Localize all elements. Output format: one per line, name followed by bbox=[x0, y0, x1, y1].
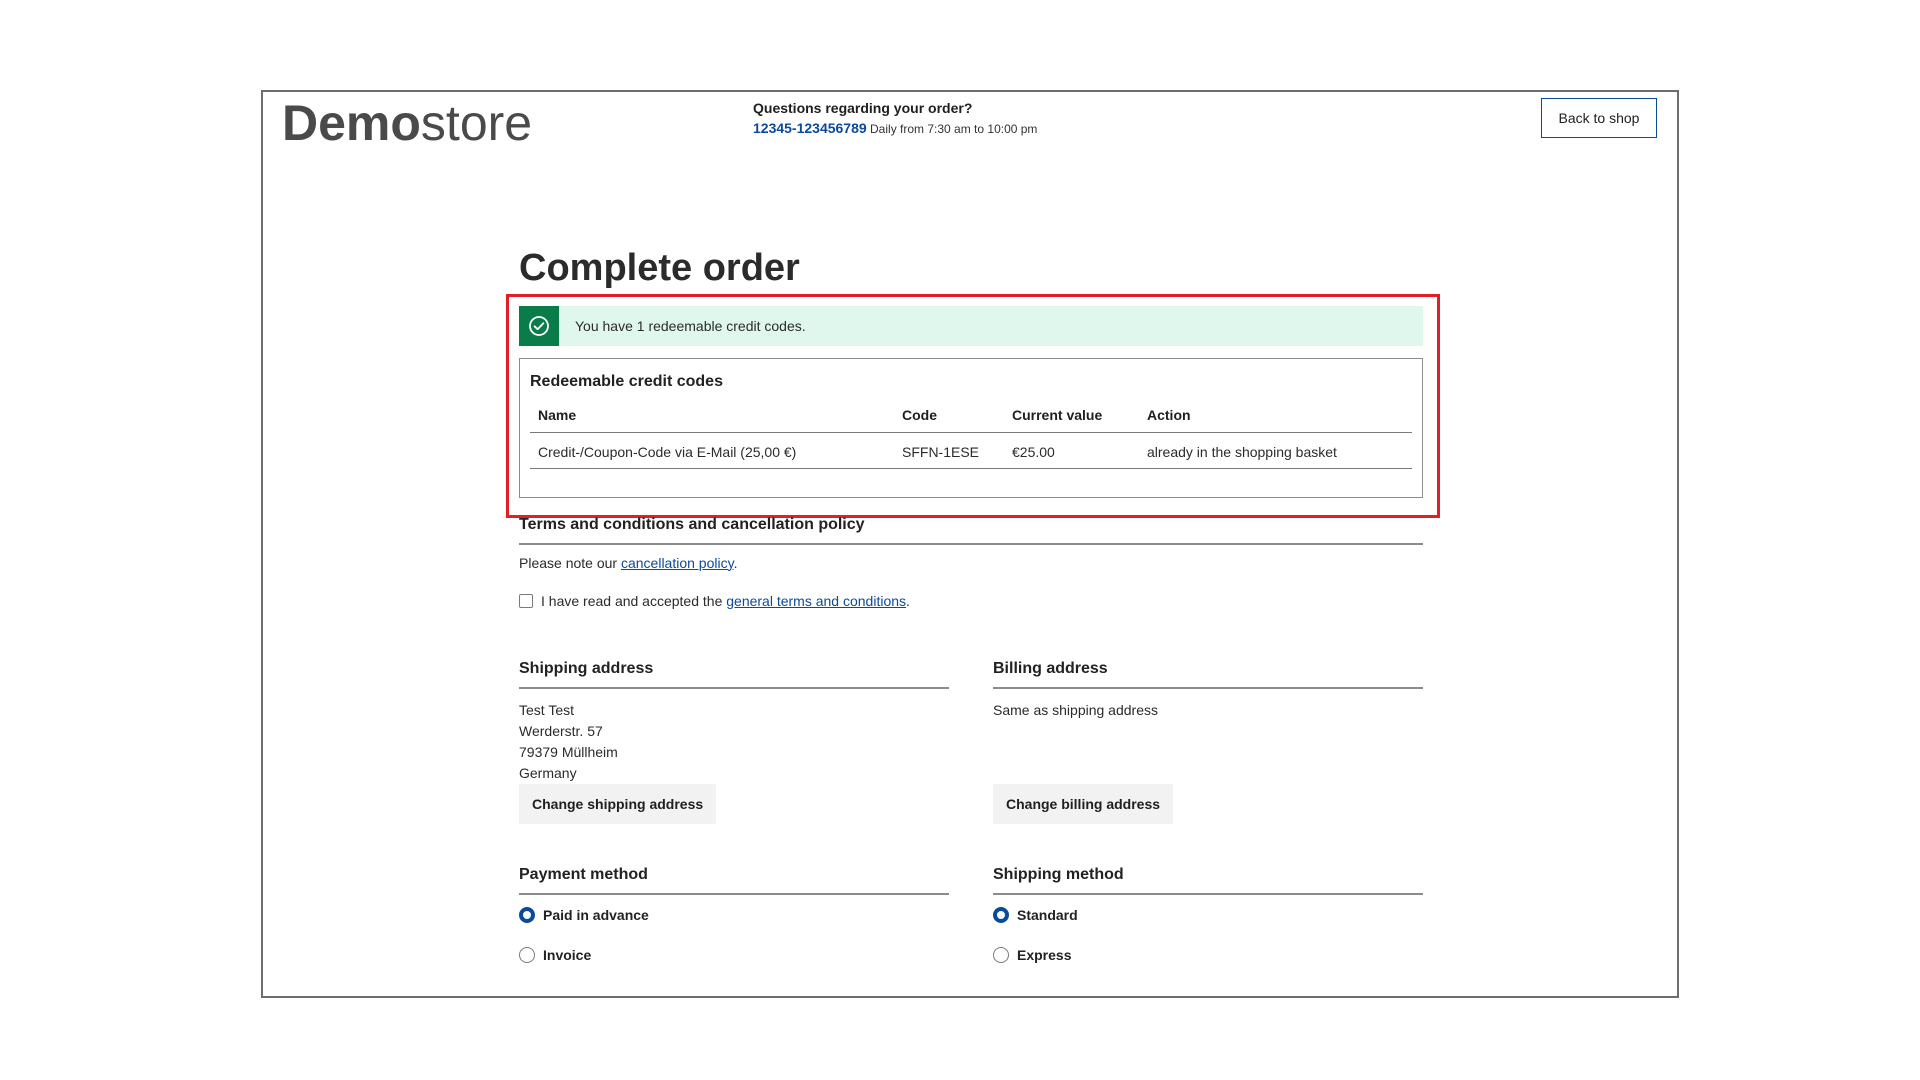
radio-unselected-icon[interactable] bbox=[519, 946, 535, 963]
divider bbox=[519, 687, 949, 689]
terms-checkbox-row: I have read and accepted the general ter… bbox=[519, 593, 1423, 609]
cell-value: €25.00 bbox=[1004, 432, 1139, 469]
cell-name: Credit-/Coupon-Code via E-Mail (25,00 €) bbox=[530, 432, 894, 469]
check-circle-icon bbox=[519, 306, 559, 346]
column-header-name: Name bbox=[530, 401, 894, 433]
billing-address-text: Same as shipping address bbox=[993, 700, 1423, 763]
column-header-action: Action bbox=[1139, 401, 1412, 433]
general-terms-link[interactable]: general terms and conditions bbox=[726, 593, 906, 609]
column-header-code: Code bbox=[894, 401, 1004, 433]
table-header-row: Name Code Current value Action bbox=[530, 401, 1412, 433]
alert-text: You have 1 redeemable credit codes. bbox=[575, 318, 806, 334]
page-title: Complete order bbox=[519, 247, 800, 289]
back-to-shop-button[interactable]: Back to shop bbox=[1541, 98, 1657, 138]
divider bbox=[519, 893, 949, 895]
contact-phone[interactable]: 12345-123456789 bbox=[753, 120, 867, 136]
shipping-method-section: Shipping method Standard Express bbox=[993, 866, 1423, 963]
billing-address-section: Billing address Same as shipping address… bbox=[993, 660, 1423, 824]
cancellation-note-suffix: . bbox=[733, 554, 738, 571]
shipping-address-section: Shipping address Test Test Werderstr. 57… bbox=[519, 660, 949, 824]
cancellation-policy-link[interactable]: cancellation policy bbox=[621, 555, 734, 571]
radio-unselected-icon[interactable] bbox=[993, 946, 1009, 963]
divider bbox=[993, 687, 1423, 689]
terms-checkbox[interactable] bbox=[519, 593, 533, 608]
change-billing-address-button[interactable]: Change billing address bbox=[993, 783, 1174, 824]
payment-option-label: Paid in advance bbox=[543, 906, 649, 923]
shipping-address-title: Shipping address bbox=[519, 660, 654, 677]
main-content: Complete order You have 1 redeemable cre… bbox=[506, 244, 1440, 963]
contact-info: Questions regarding your order? 12345-12… bbox=[753, 100, 1037, 136]
shipping-option-express[interactable]: Express bbox=[993, 946, 1423, 963]
payment-option-label: Invoice bbox=[543, 946, 592, 963]
success-alert: You have 1 redeemable credit codes. bbox=[519, 306, 1423, 346]
cancellation-note: Please note our cancellation policy. bbox=[519, 555, 1423, 571]
shipping-address-text: Test Test Werderstr. 57 79379 Müllheim G… bbox=[519, 700, 949, 784]
credit-codes-panel: Redeemable credit codes Name Code Curren… bbox=[519, 358, 1423, 498]
address-line: Werderstr. 57 bbox=[519, 722, 603, 739]
credit-codes-title: Redeemable credit codes bbox=[530, 373, 723, 390]
table-row: Credit-/Coupon-Code via E-Mail (25,00 €)… bbox=[530, 432, 1412, 469]
payment-option-invoice[interactable]: Invoice bbox=[519, 946, 949, 963]
payment-method-title: Payment method bbox=[519, 866, 648, 883]
contact-question: Questions regarding your order? bbox=[753, 100, 973, 116]
page-frame: Demostore Questions regarding your order… bbox=[261, 90, 1679, 998]
terms-checkbox-label-suffix: . bbox=[906, 592, 910, 609]
billing-same-as-shipping: Same as shipping address bbox=[993, 701, 1158, 718]
billing-address-title: Billing address bbox=[993, 660, 1108, 677]
cell-action: already in the shopping basket bbox=[1139, 432, 1412, 469]
radio-selected-icon[interactable] bbox=[519, 906, 535, 923]
column-header-current-value: Current value bbox=[1004, 401, 1139, 433]
shipping-option-standard[interactable]: Standard bbox=[993, 906, 1423, 923]
cancellation-note-prefix: Please note our bbox=[519, 554, 621, 571]
payment-option-paid-in-advance[interactable]: Paid in advance bbox=[519, 906, 949, 923]
shipping-method-title: Shipping method bbox=[993, 866, 1124, 883]
logo-bold-text: Demo bbox=[282, 95, 421, 151]
radio-selected-icon[interactable] bbox=[993, 906, 1009, 923]
address-line: 79379 Müllheim bbox=[519, 743, 618, 760]
terms-title: Terms and conditions and cancellation po… bbox=[519, 516, 865, 533]
store-logo[interactable]: Demostore bbox=[282, 93, 532, 153]
divider bbox=[519, 543, 1423, 545]
logo-light-text: store bbox=[420, 95, 533, 151]
shipping-option-label: Express bbox=[1017, 946, 1072, 963]
address-line: Germany bbox=[519, 764, 577, 781]
shipping-option-label: Standard bbox=[1017, 906, 1078, 923]
payment-method-section: Payment method Paid in advance Invoice bbox=[519, 866, 949, 963]
terms-section: Terms and conditions and cancellation po… bbox=[519, 516, 1423, 609]
credit-codes-table: Name Code Current value Action Credit-/C… bbox=[530, 401, 1412, 469]
divider bbox=[993, 893, 1423, 895]
address-line: Test Test bbox=[519, 701, 574, 718]
change-shipping-address-button[interactable]: Change shipping address bbox=[519, 783, 717, 824]
cell-code: SFFN-1ESE bbox=[894, 432, 1004, 469]
terms-checkbox-label-prefix: I have read and accepted the bbox=[541, 592, 723, 609]
contact-hours: Daily from 7:30 am to 10:00 pm bbox=[870, 122, 1038, 136]
